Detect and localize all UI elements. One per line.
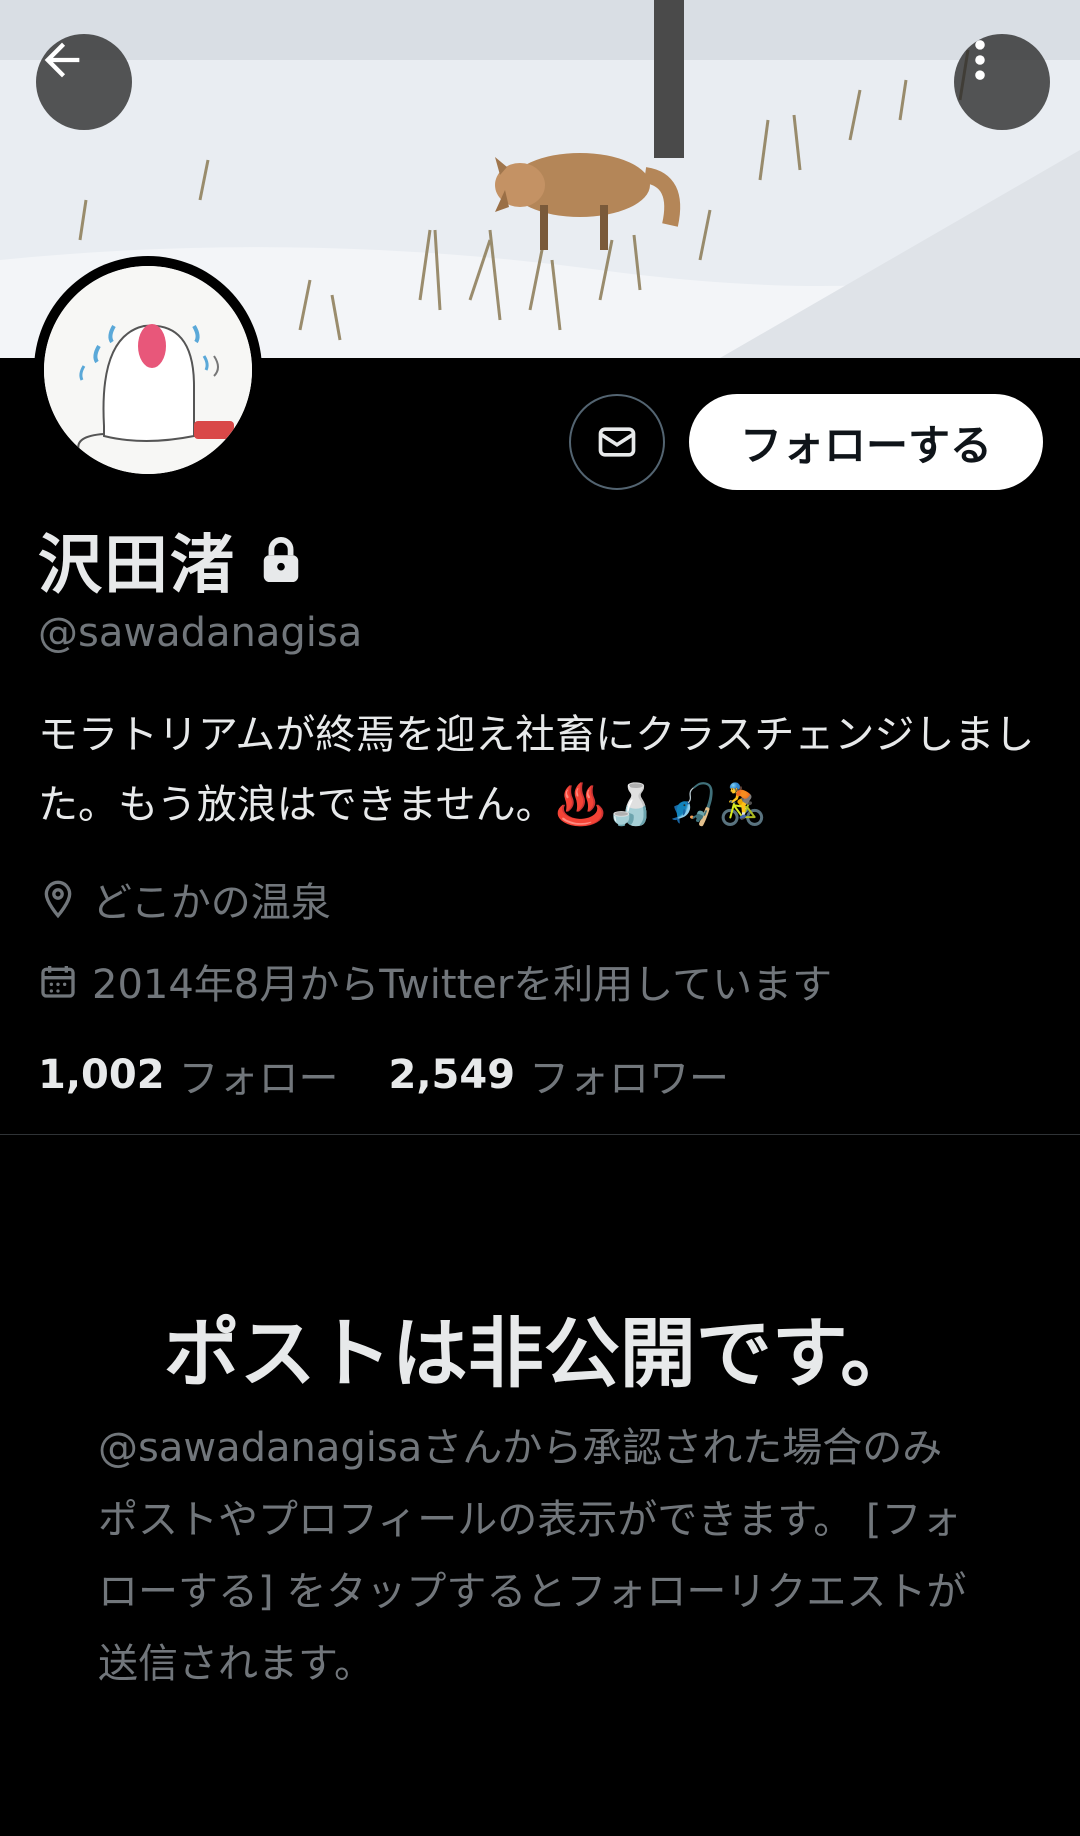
profile-location: どこかの温泉 xyxy=(38,870,331,928)
private-notice-title: ポストは非公開です。 xyxy=(163,1309,917,1398)
avatar[interactable] xyxy=(34,256,262,484)
following-label[interactable]: フォロー xyxy=(179,1046,339,1104)
location-pin-icon xyxy=(44,880,72,919)
more-options-button[interactable] xyxy=(954,34,1050,130)
more-vertical-icon xyxy=(975,40,985,80)
back-button[interactable] xyxy=(36,34,132,130)
arrow-left-icon xyxy=(44,42,80,78)
followers-label[interactable]: フォロワー xyxy=(529,1046,729,1104)
private-notice-description: @sawadanagisaさんから承認された場合のみポストやプロフィールの表示が… xyxy=(98,1425,967,1687)
profile-joined-date: 2014年8月からTwitterを利用しています xyxy=(38,952,832,1010)
section-divider xyxy=(0,1134,1080,1135)
display-name-row: 沢田渚 xyxy=(38,514,304,606)
location-text: どこかの温泉 xyxy=(92,880,331,926)
follow-button[interactable]: フォローする xyxy=(689,394,1043,490)
follow-stats: 1,002 フォロー 2,549 フォロワー xyxy=(38,1046,779,1104)
avatar-image xyxy=(44,266,252,474)
calendar-icon xyxy=(41,966,75,998)
envelope-icon xyxy=(598,427,636,457)
message-button[interactable] xyxy=(569,394,665,490)
display-name: 沢田渚 xyxy=(38,529,236,603)
follow-button-label: フォローする xyxy=(739,420,992,470)
followers-count[interactable]: 2,549 xyxy=(389,1052,516,1098)
profile-bio: モラトリアムが終焉を迎え社畜にクラスチェンジしました。もう放浪はできません。♨️… xyxy=(38,712,1035,828)
following-count[interactable]: 1,002 xyxy=(38,1052,165,1098)
joined-text: 2014年8月からTwitterを利用しています xyxy=(92,962,833,1008)
profile-page: フォローする 沢田渚 @sawadanagisa モラトリアムが終焉を迎え社畜に… xyxy=(0,0,1080,1836)
lock-icon xyxy=(263,537,299,583)
profile-handle: @sawadanagisa xyxy=(38,610,363,656)
